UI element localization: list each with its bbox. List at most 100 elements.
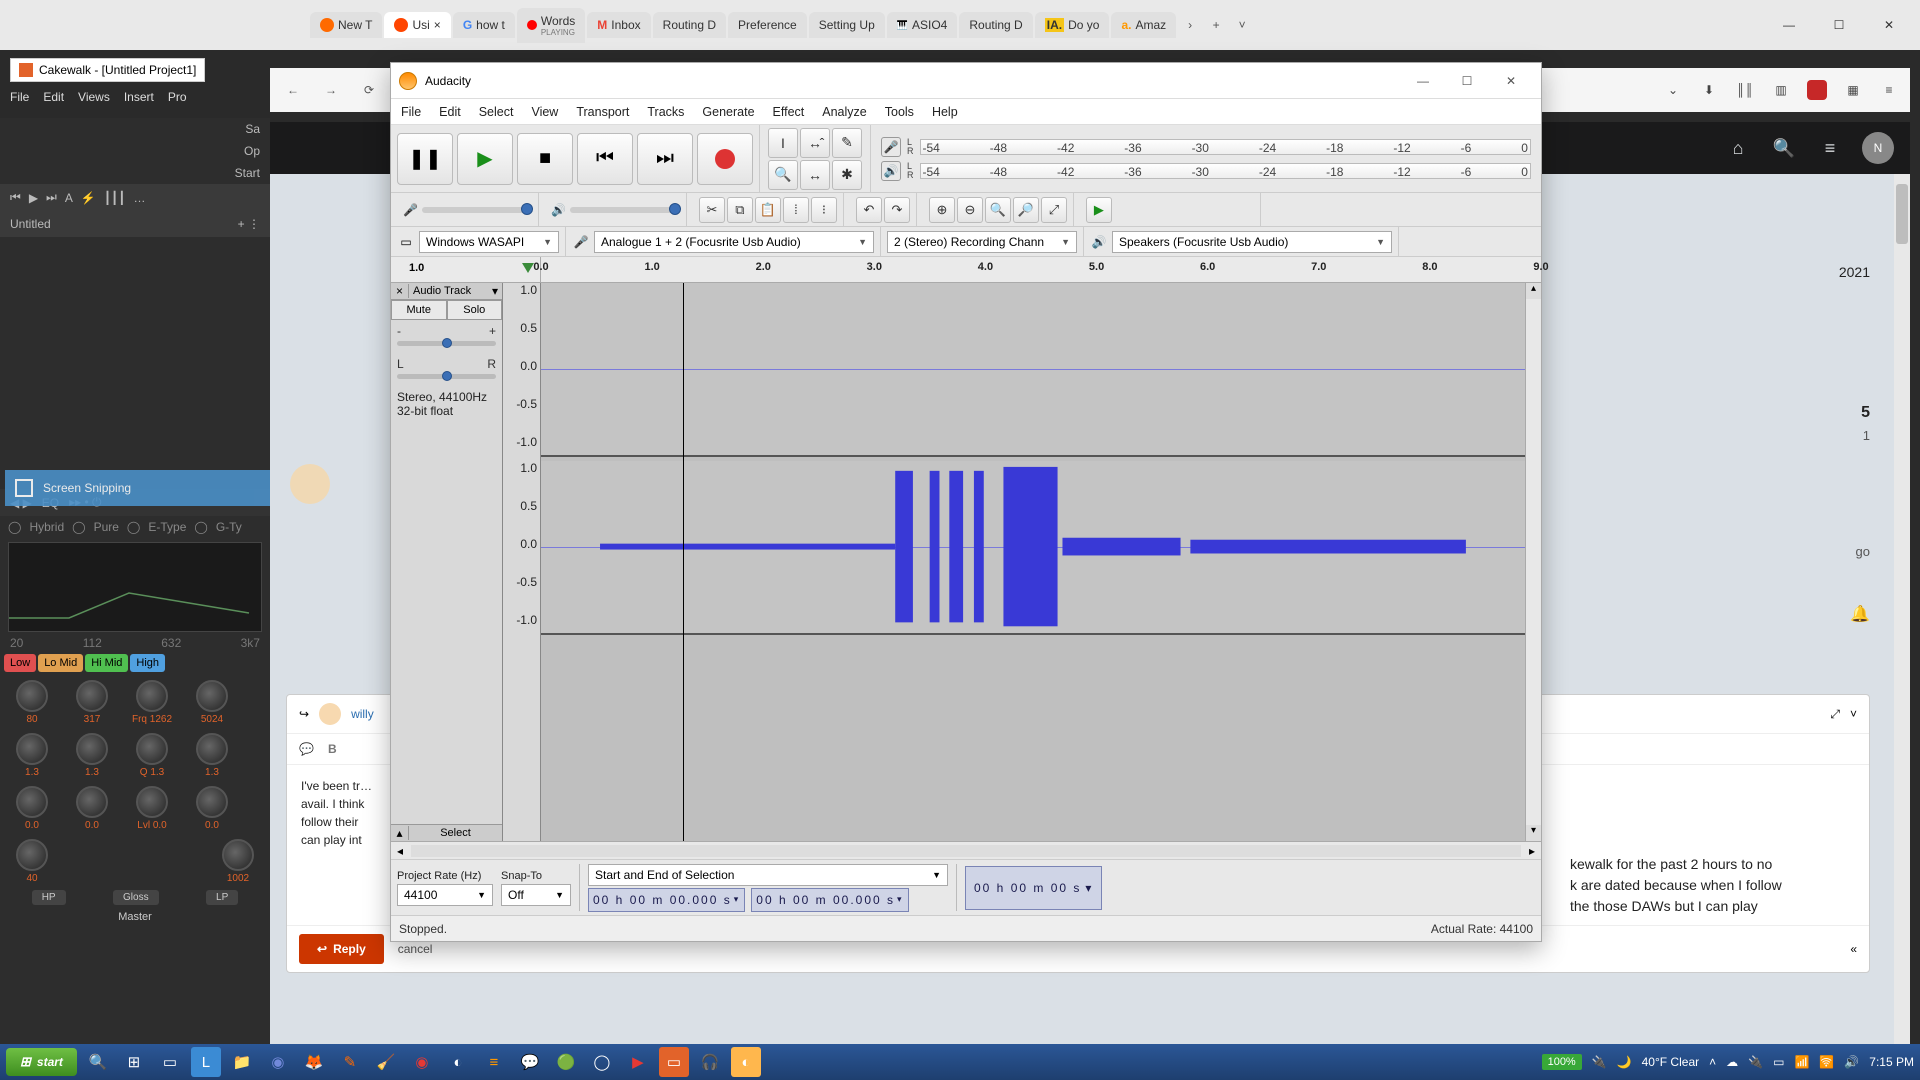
- audio-host-select[interactable]: Windows WASAPI▼: [419, 231, 559, 253]
- language-icon[interactable]: ▭: [1773, 1055, 1784, 1069]
- forward-icon[interactable]: →: [318, 77, 344, 103]
- share-icon[interactable]: ↪: [299, 707, 309, 721]
- stop-button[interactable]: ■: [517, 133, 573, 185]
- record-button[interactable]: [697, 133, 753, 185]
- chrome-icon[interactable]: ◯: [587, 1047, 617, 1077]
- pocket-icon[interactable]: ⌄: [1662, 79, 1684, 101]
- draw-tool-icon[interactable]: ✎: [832, 128, 862, 158]
- skip-start-button[interactable]: ⏮: [577, 133, 633, 185]
- volume-icon[interactable]: 🔊: [1844, 1055, 1859, 1069]
- zoom-fit-icon[interactable]: 🔎: [1013, 197, 1039, 223]
- collapse-icon[interactable]: ▴: [391, 826, 409, 840]
- extension-icon[interactable]: ▦: [1842, 79, 1864, 101]
- taskbar-app[interactable]: ◉: [407, 1047, 437, 1077]
- audacity-menubar[interactable]: FileEditSelectViewTransportTracksGenerat…: [391, 99, 1541, 125]
- cakewalk-taskbar-icon[interactable]: ▭: [659, 1047, 689, 1077]
- taskbar-app[interactable]: 🎧: [695, 1047, 725, 1077]
- taskbar-app[interactable]: ▶: [623, 1047, 653, 1077]
- recording-device-select[interactable]: Analogue 1 + 2 (Focusrite Usb Audio)▼: [594, 231, 874, 253]
- network-icon[interactable]: 📶: [1794, 1055, 1809, 1069]
- window-minimize-icon[interactable]: —: [1401, 66, 1445, 96]
- undo-icon[interactable]: ↶: [856, 197, 882, 223]
- tray-expand-icon[interactable]: ˄: [1709, 1055, 1716, 1069]
- chevron-down-icon[interactable]: ˅: [1850, 707, 1857, 721]
- library-icon[interactable]: ║║: [1734, 79, 1756, 101]
- firefox-icon[interactable]: 🦊: [299, 1047, 329, 1077]
- zoom-in-icon[interactable]: ⊕: [929, 197, 955, 223]
- play-head-icon[interactable]: [522, 263, 534, 273]
- snap-to-select[interactable]: Off▼: [501, 884, 571, 906]
- window-minimize-icon[interactable]: —: [1768, 11, 1810, 39]
- pan-slider[interactable]: LR: [391, 353, 502, 386]
- project-rate-select[interactable]: 44100▼: [397, 884, 493, 906]
- selection-tool-icon[interactable]: I: [768, 128, 798, 158]
- track-name[interactable]: Audio Track: [409, 283, 488, 299]
- tabs-next-icon[interactable]: ›: [1178, 13, 1202, 37]
- playback-meter[interactable]: 🔊 LR -54-48-42-36-30-24-18-12-60: [881, 161, 1531, 181]
- mute-button[interactable]: Mute: [391, 300, 447, 320]
- bell-icon[interactable]: 🔔: [1850, 604, 1870, 624]
- selection-mode-select[interactable]: Start and End of Selection▼: [588, 864, 948, 886]
- clock[interactable]: 7:15 PM: [1869, 1055, 1914, 1069]
- zoom-sel-icon[interactable]: 🔍: [985, 197, 1011, 223]
- cut-icon[interactable]: ✂: [699, 197, 725, 223]
- browser-tab[interactable]: a.Amaz: [1111, 12, 1176, 38]
- start-button[interactable]: ⊞ start: [6, 1048, 77, 1076]
- ublock-icon[interactable]: [1806, 79, 1828, 101]
- new-tab-icon[interactable]: +: [1204, 13, 1228, 37]
- home-icon[interactable]: ⌂: [1724, 134, 1752, 162]
- reply-username[interactable]: willy: [351, 707, 374, 721]
- steam-icon[interactable]: ◐: [443, 1047, 473, 1077]
- cakewalk-menu[interactable]: FileEditViewsInsertPro: [10, 90, 187, 104]
- playback-volume-slider[interactable]: 🔊: [545, 193, 687, 226]
- bold-icon[interactable]: B: [328, 742, 337, 756]
- browser-tab[interactable]: IA.Do yo: [1035, 12, 1110, 38]
- window-close-icon[interactable]: ✕: [1868, 11, 1910, 39]
- browser-tab[interactable]: Routing D: [653, 12, 726, 38]
- zoom-tool-icon[interactable]: 🔍: [768, 160, 798, 190]
- gain-slider[interactable]: -+: [391, 320, 502, 353]
- browser-tab[interactable]: Ghow t: [453, 12, 515, 38]
- menu-icon[interactable]: ≡: [1878, 79, 1900, 101]
- taskbar-app[interactable]: 📁: [227, 1047, 257, 1077]
- taskbar-app[interactable]: ▭: [155, 1047, 185, 1077]
- downloads-icon[interactable]: ⬇: [1698, 79, 1720, 101]
- solo-button[interactable]: Solo: [447, 300, 503, 320]
- track-menu-icon[interactable]: ▾: [488, 284, 502, 298]
- audacity-titlebar[interactable]: Audacity — ☐ ✕: [391, 63, 1541, 99]
- audio-position-display[interactable]: 00 h 00 m 00 s▾: [965, 866, 1102, 910]
- mic-icon[interactable]: 🎤: [881, 137, 901, 157]
- timeline-ruler[interactable]: 1.0 0.01.02.03.04.05.06.07.08.09.0: [391, 257, 1541, 283]
- back-icon[interactable]: ←: [280, 77, 306, 103]
- taskbar-app[interactable]: ✎: [335, 1047, 365, 1077]
- zoom-toggle-icon[interactable]: ⤢: [1041, 197, 1067, 223]
- browser-tab[interactable]: Preference: [728, 12, 807, 38]
- collapse-icon[interactable]: «: [1850, 942, 1857, 956]
- paste-icon[interactable]: 📋: [755, 197, 781, 223]
- search-icon[interactable]: 🔍: [83, 1047, 113, 1077]
- taskbar-app[interactable]: 💬: [515, 1047, 545, 1077]
- taskbar-app[interactable]: L: [191, 1047, 221, 1077]
- recording-meter[interactable]: 🎤 LR -54-48-42-36-30-24-18-12-60: [881, 137, 1531, 157]
- browser-tab[interactable]: New T: [310, 12, 382, 38]
- onedrive-icon[interactable]: ☁: [1726, 1055, 1738, 1069]
- recording-volume-slider[interactable]: 🎤: [397, 193, 539, 226]
- window-maximize-icon[interactable]: ☐: [1445, 66, 1489, 96]
- browser-tab[interactable]: MInbox: [587, 12, 650, 38]
- pause-button[interactable]: ❚❚: [397, 133, 453, 185]
- silence-icon[interactable]: ⁝: [811, 197, 837, 223]
- browser-tab[interactable]: WordsPLAYING: [517, 8, 585, 43]
- window-close-icon[interactable]: ✕: [1489, 66, 1533, 96]
- taskbar-app[interactable]: 🟢: [551, 1047, 581, 1077]
- vertical-scrollbar[interactable]: ▴▾: [1525, 283, 1541, 841]
- search-icon[interactable]: 🔍: [1770, 134, 1798, 162]
- reply-button[interactable]: ↩Reply: [299, 934, 384, 964]
- comment-icon[interactable]: 💬: [299, 742, 314, 756]
- selection-start-field[interactable]: 00 h 00 m 00.000 s▾: [588, 888, 745, 912]
- usb-icon[interactable]: 🔌: [1748, 1055, 1763, 1069]
- battery-indicator[interactable]: 100%: [1542, 1054, 1582, 1070]
- page-scrollbar[interactable]: [1894, 174, 1910, 1044]
- cancel-button[interactable]: cancel: [398, 942, 433, 956]
- playback-device-select[interactable]: Speakers (Focusrite Usb Audio)▼: [1112, 231, 1392, 253]
- window-maximize-icon[interactable]: ☐: [1818, 11, 1860, 39]
